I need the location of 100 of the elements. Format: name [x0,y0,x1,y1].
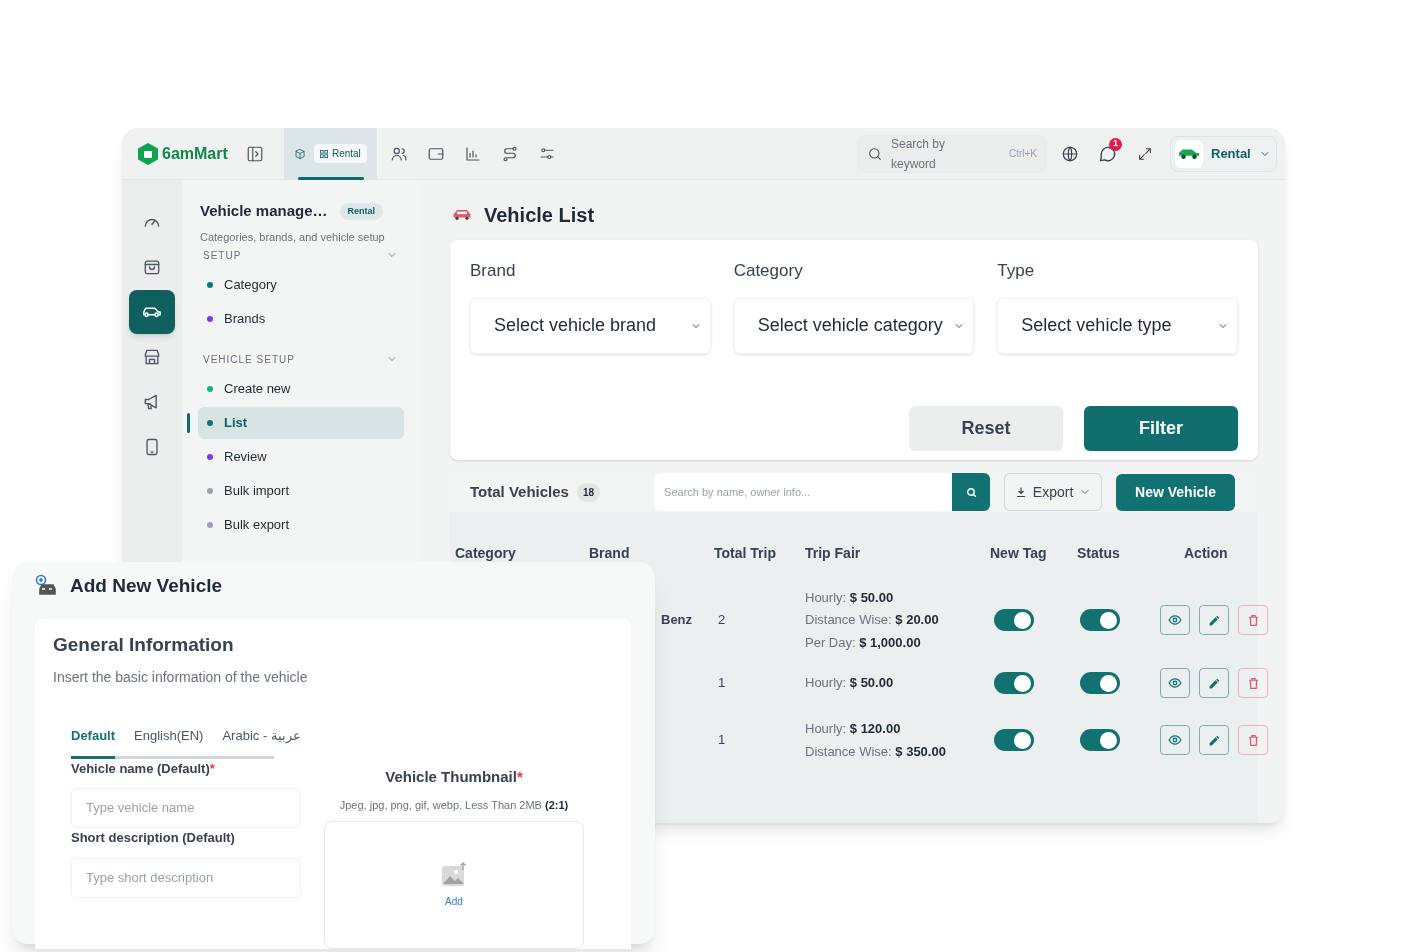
column-header: Action [1183,543,1229,563]
view-button[interactable] [1160,605,1190,635]
search-button[interactable] [952,473,991,511]
car-icon [452,208,472,222]
filter-label: Category [733,260,804,282]
filter-button[interactable]: Filter [1084,405,1238,451]
thumbnail-hint: Jpeg, jpg, png, gif, webp. Less Than 2MB (2:1) [339,797,569,813]
language-tab[interactable]: English(EN) [134,726,204,759]
delete-button[interactable] [1238,725,1268,755]
field-label: Vehicle name (Default) [71,759,210,778]
select-field[interactable]: Select vehicle type [997,297,1238,354]
panel-title: Add New Vehicle [70,574,223,598]
sidebar-item[interactable]: Bulk export [198,509,404,541]
edit-button[interactable] [1199,725,1229,755]
select-field[interactable]: Select vehicle category [733,297,975,354]
eye-icon [1168,613,1182,627]
trip-fair-line: Per Day: $ 1,000.00 [805,633,922,652]
table-cell-text: 2 [717,611,727,630]
sidebar-item[interactable]: Create new [198,373,404,405]
car-icon [1178,146,1200,161]
search-icon [867,145,883,162]
store-icon [142,347,162,367]
delete-button[interactable] [1238,668,1268,698]
rail-button[interactable] [129,290,175,334]
column-header: Total Trip [714,543,777,563]
search-field[interactable]: Search by keyword Ctrl+K [857,134,1047,173]
search-icon [964,485,978,499]
edit-button[interactable] [1199,668,1229,698]
pencil-icon [1207,733,1221,747]
logo-icon [138,142,158,165]
section-title: General Information [53,632,235,657]
sidebar-item[interactable]: List [198,407,404,439]
sidebar-toggle-icon[interactable] [245,144,264,163]
pencil-icon [1207,613,1221,627]
sidebar-item[interactable]: Bulk import [198,475,404,507]
eye-icon [1168,733,1182,747]
trash-icon [1246,733,1260,747]
language-tab[interactable]: Default [71,726,116,759]
language-tab[interactable]: Arabic - عربية [222,726,301,759]
upload-area[interactable]: Add [324,821,584,949]
toggle-switch[interactable] [1080,672,1120,694]
export-button[interactable]: Export [1004,473,1103,511]
field-label: Short description (Default) [71,829,235,847]
module-badge: Rental [313,144,367,163]
required-mark: * [516,767,523,787]
delete-button[interactable] [1238,605,1268,635]
toggle-switch[interactable] [1080,609,1120,631]
table-title: Total Vehicles [470,481,569,502]
table-cell-text: 1 [717,674,727,693]
shortcut-hint: Ctrl+K [1008,147,1037,161]
toggle-switch[interactable] [994,672,1034,694]
trash-icon [1246,613,1260,627]
module-badge: Rental [339,202,384,220]
notification-badge: 1 [1109,137,1122,151]
page-title: Vehicle List [484,203,595,228]
select-field[interactable]: Select vehicle brand [470,297,711,354]
sidebar-title: Vehicle manage… [200,201,328,221]
sidebar-item[interactable]: Category [198,269,404,301]
toggle-switch[interactable] [994,729,1034,751]
logo-text: 6amMart [162,143,228,164]
filter-label: Brand [470,260,517,282]
column-header: Category [455,543,517,563]
reset-button[interactable]: Reset [909,405,1063,451]
section-subtitle: Insert the basic information of the vehicle [53,668,309,687]
module-switcher[interactable]: Rental [1170,135,1277,172]
section-header[interactable]: SETUP [198,245,404,265]
expand-icon[interactable] [1137,145,1153,162]
column-header: Status [1077,543,1121,563]
route-icon[interactable] [500,144,519,163]
column-header: Brand [589,543,631,563]
table-cell: Benz [661,612,693,628]
sidebar-item[interactable]: Review [198,441,404,473]
globe-icon[interactable] [1061,144,1079,163]
new-vehicle-button[interactable]: New Vehicle [1116,473,1236,511]
view-button[interactable] [1160,725,1190,755]
section-header[interactable]: VEHICLE SETUP [198,349,404,369]
view-button[interactable] [1160,668,1190,698]
filter-label: Type [997,260,1036,282]
pencil-icon [1207,676,1221,690]
count-badge: 18 [576,482,601,502]
column-header: Trip Fair [805,543,862,563]
sidebar-subtitle: Categories, brands, and vehicle setup [199,229,386,245]
module-tab[interactable]: Rental [283,128,377,180]
column-header: New Tag [990,543,1048,563]
trip-fair-line: Hourly: $ 120.00 [805,720,902,738]
trip-fair-line: Distance Wise: $ 20.00 [805,611,940,630]
table-cell-text: 1 [717,731,727,750]
download-icon [1014,486,1027,498]
grid-icon [319,149,328,158]
required-mark: * [209,759,215,778]
eye-icon [1168,676,1182,690]
edit-button[interactable] [1199,605,1229,635]
add-link[interactable]: Add [445,893,463,909]
trip-fair-line: Hourly: $ 50.00 [805,588,895,607]
toggle-switch[interactable] [1080,729,1120,751]
toggle-switch[interactable] [994,609,1034,631]
sidebar-item[interactable]: Brands [198,303,404,335]
image-upload-icon [441,861,467,888]
trip-fair-line: Distance Wise: $ 350.00 [805,742,947,761]
thumbnail-title: Vehicle Thumbnail [385,767,517,787]
